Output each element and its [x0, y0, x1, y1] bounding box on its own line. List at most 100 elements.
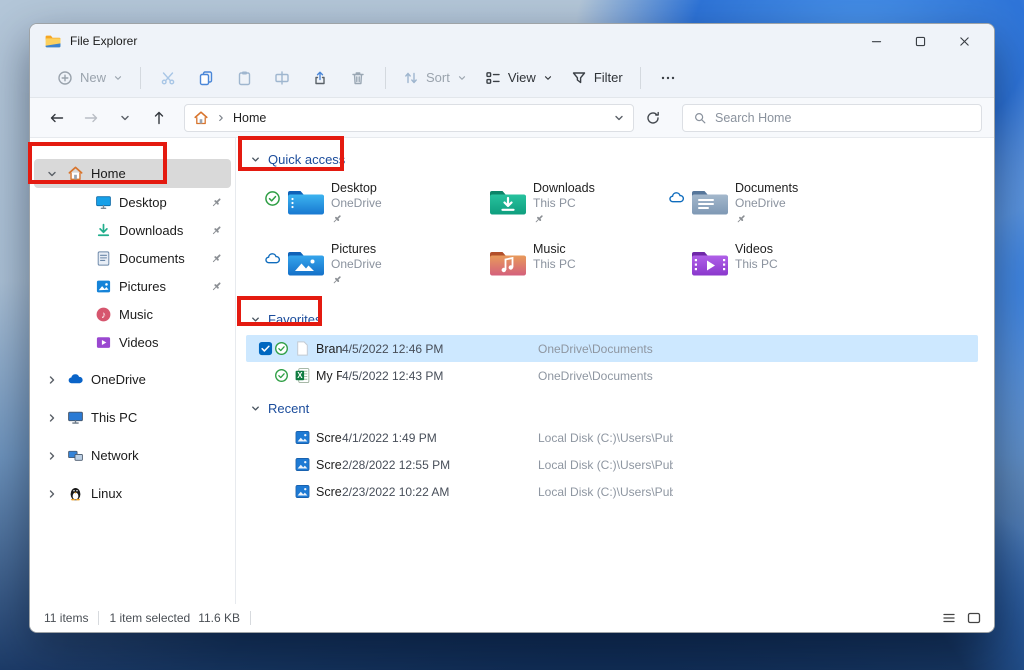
- content-area: Home Desktop DownloadsDocuments Pictures ♪Mu…: [30, 138, 994, 604]
- chevron-down-icon: [46, 168, 58, 180]
- file-excel-icon: X: [294, 367, 311, 384]
- tile-text: DownloadsThis PC: [533, 180, 595, 237]
- quick-access-tile-videos[interactable]: VideosThis PC: [668, 239, 870, 298]
- file-blank-icon: [294, 340, 311, 357]
- file-image-icon: [294, 483, 311, 500]
- toolbar-separator: [640, 67, 641, 89]
- recent-row[interactable]: Screenshot 2022-04-01 1349164/1/2022 1:4…: [246, 424, 978, 451]
- quick-access-tile-documents[interactable]: DocumentsOneDrive: [668, 178, 870, 237]
- row-checkbox[interactable]: [258, 341, 274, 356]
- sidebar-item-documents[interactable]: Documents: [34, 244, 231, 272]
- quick-access-tile-music[interactable]: MusicThis PC: [466, 239, 668, 298]
- paste-button[interactable]: [225, 62, 263, 94]
- section-quick-access[interactable]: Quick access: [250, 148, 984, 170]
- details-view-button[interactable]: [941, 610, 957, 626]
- breadcrumb-home[interactable]: Home: [233, 111, 266, 125]
- section-recent[interactable]: Recent: [250, 397, 984, 419]
- sidebar-item-desktop[interactable]: Desktop: [34, 188, 231, 216]
- window-title: File Explorer: [70, 34, 137, 48]
- sync-status: [274, 368, 294, 383]
- forward-arrow-icon: [83, 110, 99, 126]
- filter-button[interactable]: Filter: [562, 62, 632, 94]
- tile-location: OneDrive: [735, 196, 798, 211]
- status-separator: [250, 611, 251, 625]
- close-button[interactable]: [942, 26, 986, 56]
- sidebar-item-this-pc[interactable]: This PC: [34, 403, 231, 432]
- up-arrow-icon: [151, 110, 167, 126]
- more-options-button[interactable]: [649, 62, 687, 94]
- sidebar-item-music[interactable]: ♪Music: [34, 300, 231, 328]
- downloads-folder-icon: [488, 185, 528, 217]
- back-button[interactable]: [42, 103, 72, 133]
- recent-row[interactable]: Screenshot 2022-02-28 1255002/28/2022 12…: [246, 451, 978, 478]
- search-box[interactable]: [682, 104, 982, 132]
- address-dropdown-icon[interactable]: [613, 112, 625, 124]
- sidebar-item-label: Pictures: [119, 279, 166, 294]
- search-input[interactable]: [715, 111, 971, 125]
- rename-icon: [274, 70, 290, 86]
- sidebar-item-onedrive[interactable]: OneDrive: [34, 365, 231, 394]
- quick-access-tile-downloads[interactable]: DownloadsThis PC: [466, 178, 668, 237]
- forward-button[interactable]: [76, 103, 106, 133]
- copy-button[interactable]: [187, 62, 225, 94]
- share-button[interactable]: [301, 62, 339, 94]
- delete-button[interactable]: [339, 62, 377, 94]
- sort-button[interactable]: Sort: [394, 62, 476, 94]
- sidebar-item-network[interactable]: Network: [34, 441, 231, 470]
- section-favorites[interactable]: Favorites: [250, 308, 984, 330]
- cut-button[interactable]: [149, 62, 187, 94]
- maximize-button[interactable]: [898, 26, 942, 56]
- recent-locations-button[interactable]: [110, 103, 140, 133]
- sync-check-icon: [264, 190, 281, 207]
- status-bar: 11 items 1 item selected 11.6 KB: [30, 604, 994, 632]
- sb-videos-icon: [95, 334, 112, 351]
- sort-icon: [403, 70, 419, 86]
- titlebar[interactable]: File Explorer: [30, 24, 994, 58]
- sb-documents-icon: [95, 250, 112, 267]
- sidebar-item-label: Home: [91, 166, 126, 181]
- rename-button[interactable]: [263, 62, 301, 94]
- pin-icon: [331, 213, 343, 225]
- search-icon: [693, 111, 707, 125]
- minimize-button[interactable]: [854, 26, 898, 56]
- selection-count: 1 item selected: [109, 611, 190, 625]
- favorites-list: Brandon's Star Trek Script4/5/2022 12:46…: [246, 335, 984, 389]
- sidebar-item-pictures[interactable]: Pictures: [34, 272, 231, 300]
- chevron-placeholder: [74, 280, 86, 292]
- file-date-modified: 4/5/2022 12:46 PM: [342, 342, 538, 356]
- pictures-folder-icon: [286, 246, 326, 278]
- tile-text: PicturesOneDrive: [331, 241, 382, 298]
- view-button[interactable]: View: [476, 62, 562, 94]
- sidebar-item-videos[interactable]: Videos: [34, 328, 231, 356]
- filter-icon: [571, 70, 587, 86]
- tile-location: This PC: [533, 196, 595, 211]
- sidebar-item-linux[interactable]: Linux: [34, 479, 231, 508]
- sidebar-item-label: Videos: [119, 335, 159, 350]
- refresh-button[interactable]: [638, 103, 668, 133]
- quick-access-tile-pictures[interactable]: PicturesOneDrive: [264, 239, 466, 298]
- sidebar-item-home[interactable]: Home: [34, 159, 231, 188]
- file-icon-cell: [294, 429, 316, 446]
- file-explorer-window: File Explorer New Sort View: [29, 23, 995, 633]
- new-button[interactable]: New: [48, 62, 132, 94]
- address-bar[interactable]: Home: [184, 104, 634, 132]
- pin-icon: [210, 252, 223, 265]
- chevron-down-icon: [457, 73, 467, 83]
- sidebar-item-label: Network: [91, 448, 139, 463]
- svg-text:X: X: [297, 371, 303, 380]
- sidebar-item-downloads[interactable]: Downloads: [34, 216, 231, 244]
- sidebar-item-label: Desktop: [119, 195, 167, 210]
- up-button[interactable]: [144, 103, 174, 133]
- sort-button-label: Sort: [426, 70, 450, 85]
- copy-icon: [198, 70, 214, 86]
- large-icons-view-button[interactable]: [966, 610, 982, 626]
- breadcrumb-separator-icon: [216, 113, 226, 123]
- quick-access-tile-desktop[interactable]: DesktopOneDrive: [264, 178, 466, 237]
- favorites-row[interactable]: Brandon's Star Trek Script4/5/2022 12:46…: [246, 335, 978, 362]
- tile-name: Pictures: [331, 242, 382, 257]
- favorites-row[interactable]: XMy Finances4/5/2022 12:43 PMOneDrive\Do…: [246, 362, 978, 389]
- items-count: 11 items: [44, 611, 88, 625]
- quick-access-grid: DesktopOneDrive DownloadsThis PC Documents…: [264, 178, 984, 298]
- tile-location: OneDrive: [331, 257, 382, 272]
- recent-row[interactable]: Screenshot 2022-02-23 1022022/23/2022 10…: [246, 478, 978, 505]
